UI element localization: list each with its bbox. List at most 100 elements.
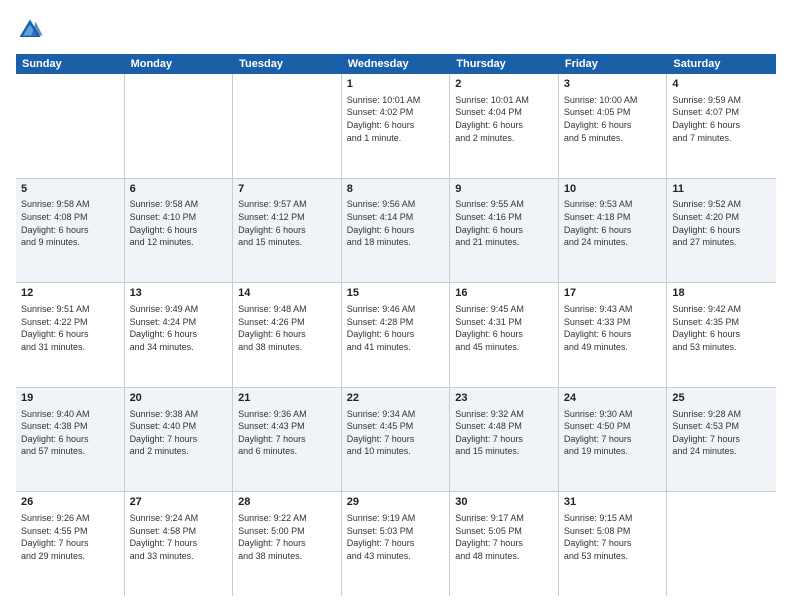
day-info: Sunrise: 9:52 AM Sunset: 4:20 PM Dayligh… (672, 198, 771, 248)
day-number: 16 (455, 286, 553, 301)
day-info: Sunrise: 9:15 AM Sunset: 5:08 PM Dayligh… (564, 512, 662, 562)
day-cell-29: 29 Sunrise: 9:19 AM Sunset: 5:03 PM Dayli… (342, 492, 451, 596)
week-row-4: 19Sunrise: 9:40 AM Sunset: 4:38 PM Dayli… (16, 388, 776, 493)
day-info: Sunrise: 9:22 AM Sunset: 5:00 PM Dayligh… (238, 512, 336, 562)
weekday-header-thursday: Thursday (450, 54, 559, 74)
day-number: 8 (347, 182, 445, 197)
day-cell-20: 20 Sunrise: 9:38 AM Sunset: 4:40 PM Dayli… (125, 388, 234, 492)
day-cell-15: 15 Sunrise: 9:46 AM Sunset: 4:28 PM Dayli… (342, 283, 451, 387)
day-cell-14: 14 Sunrise: 9:48 AM Sunset: 4:26 PM Dayli… (233, 283, 342, 387)
day-number: 15 (347, 286, 445, 301)
day-number: 25 (672, 391, 771, 406)
logo (16, 16, 48, 44)
day-info: Sunrise: 9:34 AM Sunset: 4:45 PM Dayligh… (347, 408, 445, 458)
day-number: 19 (21, 391, 119, 406)
day-info: Sunrise: 9:26 AM Sunset: 4:55 PM Dayligh… (21, 512, 119, 562)
day-cell-4: 4 Sunrise: 9:59 AM Sunset: 4:07 PM Daylig… (667, 74, 776, 178)
day-number: 1 (347, 77, 445, 92)
day-info: Sunrise: 10:00 AM Sunset: 4:05 PM Daylig… (564, 94, 662, 144)
day-cell-12: 12 Sunrise: 9:51 AM Sunset: 4:22 PM Dayli… (16, 283, 125, 387)
day-cell-26: 26 Sunrise: 9:26 AM Sunset: 4:55 PM Dayli… (16, 492, 125, 596)
day-info: Sunrise: 9:43 AM Sunset: 4:33 PM Dayligh… (564, 303, 662, 353)
day-cell-9: 9Sunrise: 9:55 AM Sunset: 4:16 PM Daylig… (450, 179, 559, 283)
day-cell-30: 30 Sunrise: 9:17 AM Sunset: 5:05 PM Dayli… (450, 492, 559, 596)
day-cell-24: 24 Sunrise: 9:30 AM Sunset: 4:50 PM Dayli… (559, 388, 668, 492)
day-number: 22 (347, 391, 445, 406)
day-info: Sunrise: 9:49 AM Sunset: 4:24 PM Dayligh… (130, 303, 228, 353)
day-cell-31: 31 Sunrise: 9:15 AM Sunset: 5:08 PM Dayli… (559, 492, 668, 596)
day-info: Sunrise: 9:19 AM Sunset: 5:03 PM Dayligh… (347, 512, 445, 562)
day-number: 28 (238, 495, 336, 510)
day-number: 24 (564, 391, 662, 406)
day-info: Sunrise: 9:57 AM Sunset: 4:12 PM Dayligh… (238, 198, 336, 248)
day-info: Sunrise: 10:01 AM Sunset: 4:04 PM Daylig… (455, 94, 553, 144)
day-cell-6: 6Sunrise: 9:58 AM Sunset: 4:10 PM Daylig… (125, 179, 234, 283)
day-number: 14 (238, 286, 336, 301)
day-info: Sunrise: 9:46 AM Sunset: 4:28 PM Dayligh… (347, 303, 445, 353)
day-number: 26 (21, 495, 119, 510)
day-info: Sunrise: 9:28 AM Sunset: 4:53 PM Dayligh… (672, 408, 771, 458)
logo-icon (16, 16, 44, 44)
day-info: Sunrise: 9:58 AM Sunset: 4:08 PM Dayligh… (21, 198, 119, 248)
day-number: 7 (238, 182, 336, 197)
day-number: 17 (564, 286, 662, 301)
day-cell-17: 17 Sunrise: 9:43 AM Sunset: 4:33 PM Dayli… (559, 283, 668, 387)
weekday-header-monday: Monday (125, 54, 234, 74)
day-info: Sunrise: 9:58 AM Sunset: 4:10 PM Dayligh… (130, 198, 228, 248)
weekday-header-saturday: Saturday (667, 54, 776, 74)
day-number: 31 (564, 495, 662, 510)
day-info: Sunrise: 9:32 AM Sunset: 4:48 PM Dayligh… (455, 408, 553, 458)
calendar-body: 1 Sunrise: 10:01 AM Sunset: 4:02 PM Dayli… (16, 74, 776, 596)
day-number: 2 (455, 77, 553, 92)
day-cell-3: 3Sunrise: 10:00 AM Sunset: 4:05 PM Dayli… (559, 74, 668, 178)
day-info: Sunrise: 9:42 AM Sunset: 4:35 PM Dayligh… (672, 303, 771, 353)
page: SundayMondayTuesdayWednesdayThursdayFrid… (0, 0, 792, 612)
day-info: Sunrise: 10:01 AM Sunset: 4:02 PM Daylig… (347, 94, 445, 144)
day-info: Sunrise: 9:30 AM Sunset: 4:50 PM Dayligh… (564, 408, 662, 458)
day-number: 6 (130, 182, 228, 197)
day-cell-11: 11Sunrise: 9:52 AM Sunset: 4:20 PM Dayli… (667, 179, 776, 283)
day-number: 9 (455, 182, 553, 197)
empty-cell (233, 74, 342, 178)
day-number: 5 (21, 182, 119, 197)
day-cell-19: 19Sunrise: 9:40 AM Sunset: 4:38 PM Dayli… (16, 388, 125, 492)
day-number: 30 (455, 495, 553, 510)
day-number: 12 (21, 286, 119, 301)
day-number: 10 (564, 182, 662, 197)
day-cell-16: 16 Sunrise: 9:45 AM Sunset: 4:31 PM Dayli… (450, 283, 559, 387)
week-row-2: 5Sunrise: 9:58 AM Sunset: 4:08 PM Daylig… (16, 179, 776, 284)
calendar-header: SundayMondayTuesdayWednesdayThursdayFrid… (16, 54, 776, 74)
day-info: Sunrise: 9:56 AM Sunset: 4:14 PM Dayligh… (347, 198, 445, 248)
day-cell-28: 28 Sunrise: 9:22 AM Sunset: 5:00 PM Dayli… (233, 492, 342, 596)
week-row-3: 12 Sunrise: 9:51 AM Sunset: 4:22 PM Dayli… (16, 283, 776, 388)
day-cell-21: 21Sunrise: 9:36 AM Sunset: 4:43 PM Dayli… (233, 388, 342, 492)
day-cell-10: 10Sunrise: 9:53 AM Sunset: 4:18 PM Dayli… (559, 179, 668, 283)
day-cell-27: 27Sunrise: 9:24 AM Sunset: 4:58 PM Dayli… (125, 492, 234, 596)
day-number: 29 (347, 495, 445, 510)
day-info: Sunrise: 9:17 AM Sunset: 5:05 PM Dayligh… (455, 512, 553, 562)
day-number: 21 (238, 391, 336, 406)
empty-cell (16, 74, 125, 178)
day-info: Sunrise: 9:48 AM Sunset: 4:26 PM Dayligh… (238, 303, 336, 353)
day-info: Sunrise: 9:45 AM Sunset: 4:31 PM Dayligh… (455, 303, 553, 353)
day-number: 13 (130, 286, 228, 301)
day-info: Sunrise: 9:59 AM Sunset: 4:07 PM Dayligh… (672, 94, 771, 144)
day-cell-25: 25 Sunrise: 9:28 AM Sunset: 4:53 PM Dayli… (667, 388, 776, 492)
day-number: 18 (672, 286, 771, 301)
day-cell-22: 22 Sunrise: 9:34 AM Sunset: 4:45 PM Dayli… (342, 388, 451, 492)
weekday-header-sunday: Sunday (16, 54, 125, 74)
week-row-5: 26 Sunrise: 9:26 AM Sunset: 4:55 PM Dayli… (16, 492, 776, 596)
day-number: 27 (130, 495, 228, 510)
day-cell-23: 23Sunrise: 9:32 AM Sunset: 4:48 PM Dayli… (450, 388, 559, 492)
weekday-header-friday: Friday (559, 54, 668, 74)
day-number: 20 (130, 391, 228, 406)
day-info: Sunrise: 9:53 AM Sunset: 4:18 PM Dayligh… (564, 198, 662, 248)
day-cell-5: 5Sunrise: 9:58 AM Sunset: 4:08 PM Daylig… (16, 179, 125, 283)
weekday-header-wednesday: Wednesday (342, 54, 451, 74)
calendar: SundayMondayTuesdayWednesdayThursdayFrid… (16, 54, 776, 596)
day-cell-13: 13 Sunrise: 9:49 AM Sunset: 4:24 PM Dayli… (125, 283, 234, 387)
day-info: Sunrise: 9:38 AM Sunset: 4:40 PM Dayligh… (130, 408, 228, 458)
day-info: Sunrise: 9:51 AM Sunset: 4:22 PM Dayligh… (21, 303, 119, 353)
day-number: 4 (672, 77, 771, 92)
empty-cell (125, 74, 234, 178)
